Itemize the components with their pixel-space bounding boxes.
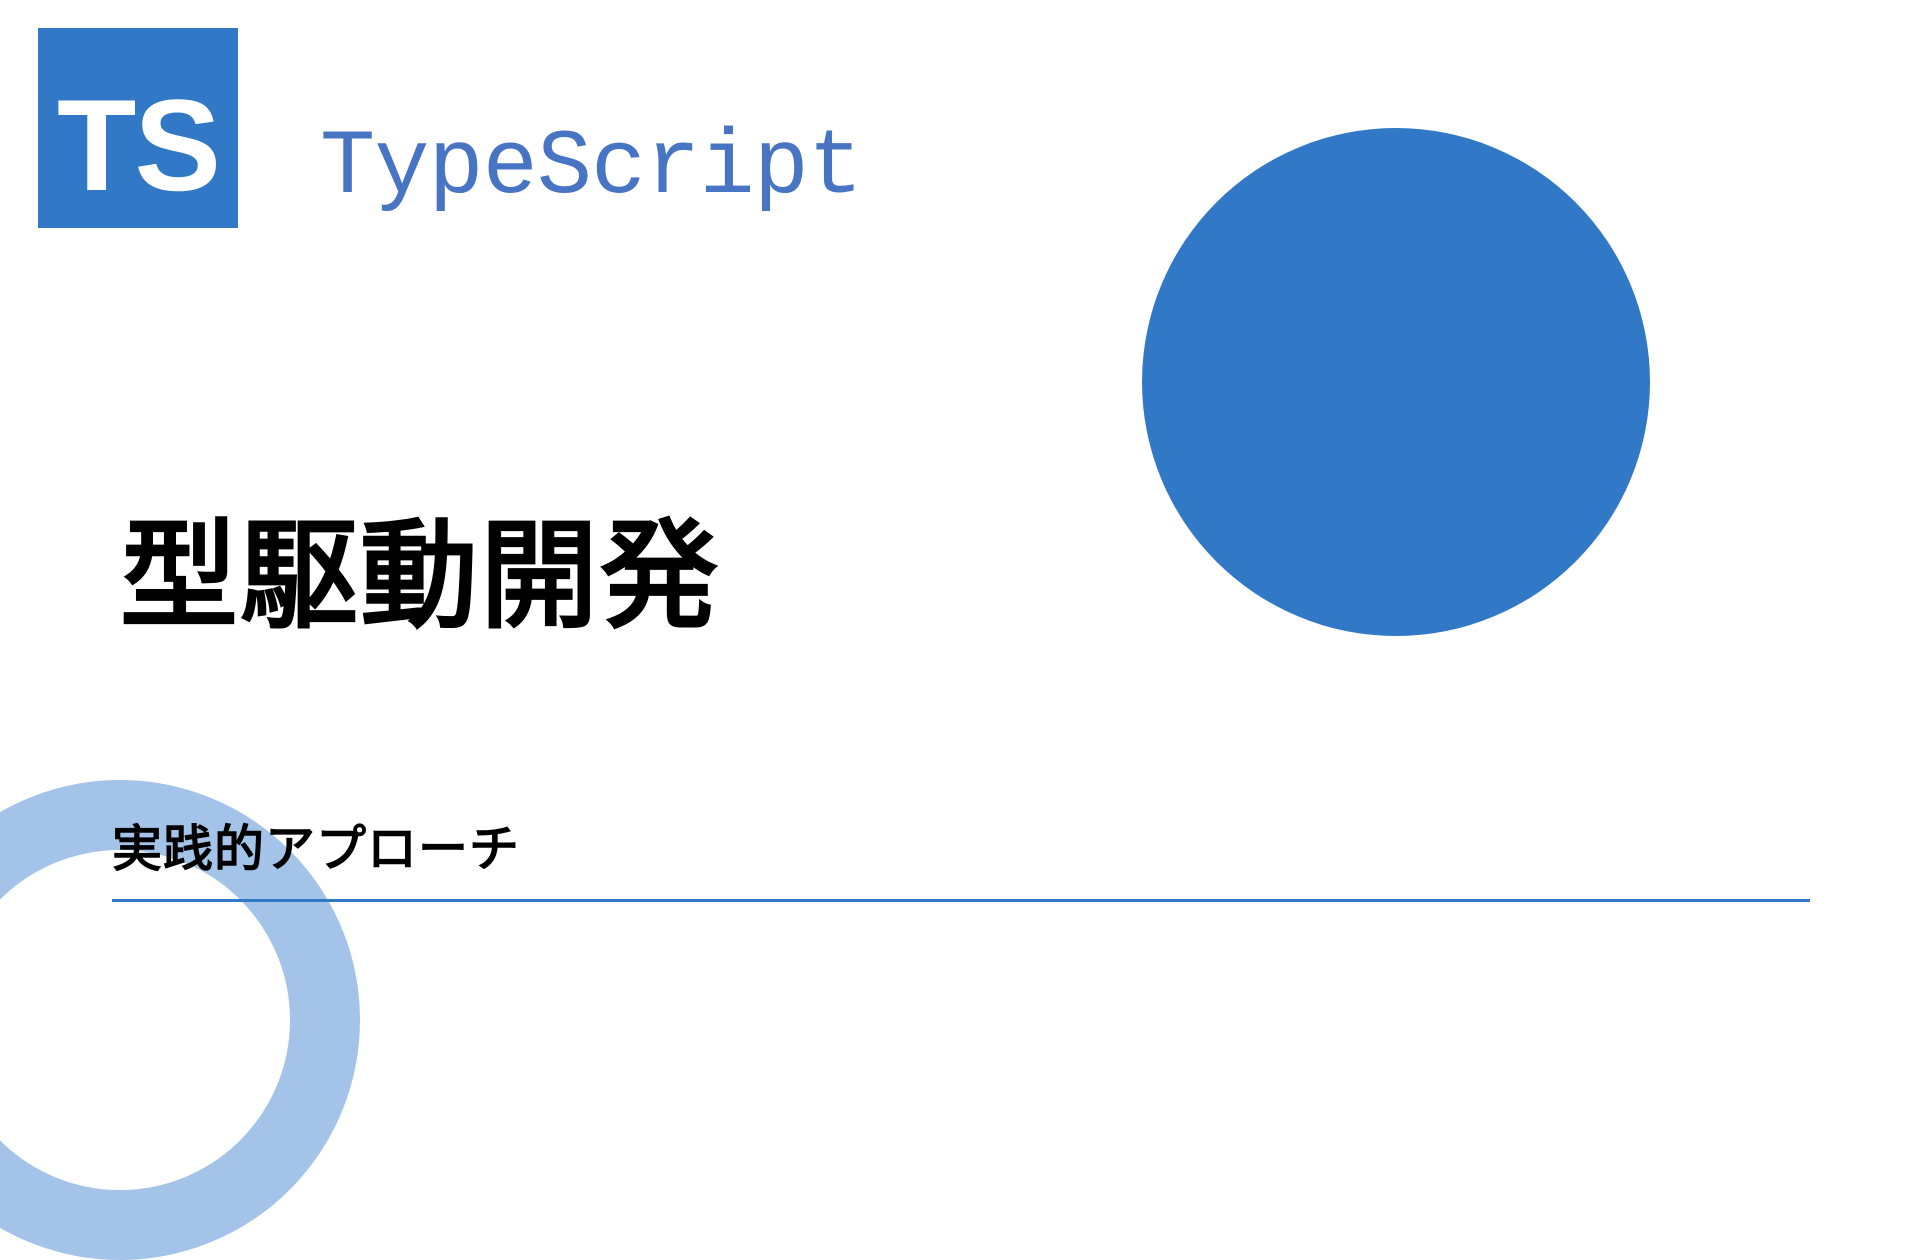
subtitle-underline bbox=[112, 899, 1810, 902]
subtitle-text: 実践的アプローチ bbox=[112, 809, 1810, 899]
logo-text: TS bbox=[57, 80, 219, 210]
subtitle-section: 実践的アプローチ bbox=[112, 809, 1810, 902]
decorative-circle bbox=[1142, 128, 1650, 636]
brand-title: TypeScript bbox=[320, 115, 862, 220]
main-heading: 型駆動開発 bbox=[120, 480, 720, 651]
typescript-logo: TS bbox=[38, 28, 238, 228]
